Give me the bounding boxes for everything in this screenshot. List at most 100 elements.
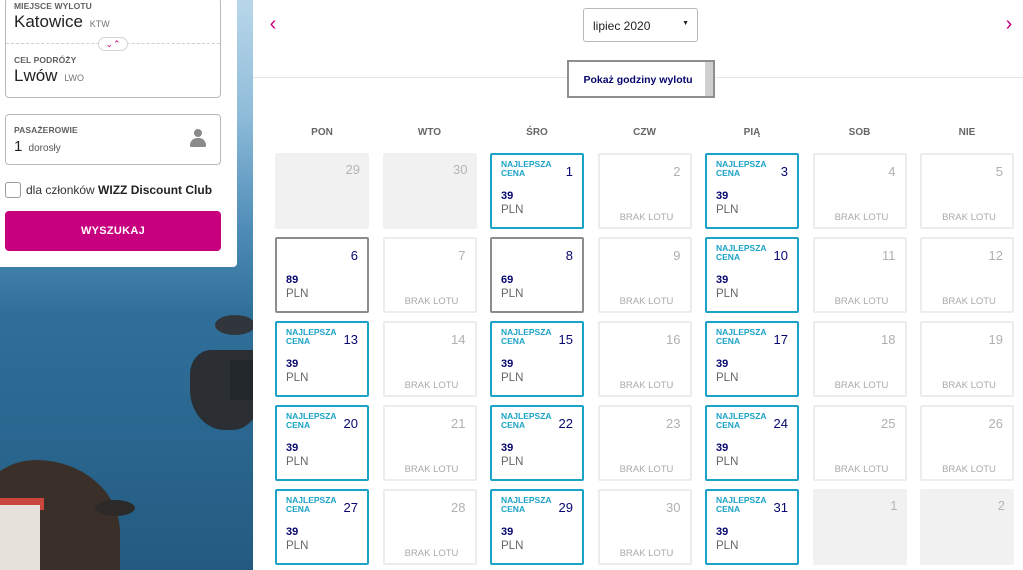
no-flight-label: BRAK LOTU: [834, 380, 889, 391]
calendar-day[interactable]: 3 NAJLEPSZA CENA 39 PLN: [705, 153, 799, 229]
day-currency: PLN: [716, 456, 739, 468]
discount-club-label: dla członków WIZZ Discount Club: [26, 183, 212, 197]
weekday-label: WTO: [417, 127, 442, 138]
day-number: 16: [666, 332, 681, 347]
day-number: 12: [988, 248, 1003, 263]
weekday-label: CZW: [633, 127, 656, 138]
day-price: 39: [716, 190, 729, 202]
day-currency: PLN: [716, 540, 739, 552]
calendar-day: 30: [382, 153, 477, 229]
day-number: 8: [565, 248, 573, 263]
day-number: 7: [458, 248, 466, 263]
no-flight-label: BRAK LOTU: [942, 380, 996, 391]
shore-shape: [230, 360, 253, 400]
day-number: 25: [881, 416, 896, 431]
calendar-day[interactable]: 24 NAJLEPSZA CENA 39 PLN: [705, 405, 799, 481]
caret-down-icon: ▼: [682, 20, 689, 27]
calendar-grid: 29 30 1 NAJLEPSZA CENA 39 PLN 2 BRAK LOTU 3 NAJLE…: [275, 153, 1023, 570]
day-currency: PLN: [286, 456, 309, 468]
swap-route-button[interactable]: ⌄⌃: [98, 37, 128, 51]
no-flight-label: BRAK LOTU: [619, 380, 674, 391]
no-flight-label: BRAK LOTU: [619, 212, 674, 223]
discount-club-checkbox[interactable]: [5, 182, 21, 198]
chevron-right-icon: ›: [1005, 13, 1013, 35]
day-number: 11: [882, 248, 896, 263]
rock-shape: [95, 500, 135, 516]
day-price: 39: [501, 526, 514, 538]
month-value: lipiec 2020: [593, 19, 651, 33]
day-currency: PLN: [501, 372, 524, 384]
house-shape: [0, 505, 40, 570]
day-number: 6: [350, 248, 358, 263]
no-flight-label: BRAK LOTU: [942, 296, 996, 307]
calendar-day: 4 BRAK LOTU: [812, 153, 907, 229]
next-month-button[interactable]: ›: [1001, 14, 1017, 36]
calendar-day: 23 BRAK LOTU: [597, 405, 692, 481]
calendar-day[interactable]: 20 NAJLEPSZA CENA 39 PLN: [275, 405, 369, 481]
best-price-badge: NAJLEPSZA CENA: [286, 327, 337, 346]
best-price-badge: NAJLEPSZA CENA: [501, 159, 552, 178]
no-flight-label: BRAK LOTU: [404, 464, 459, 475]
best-price-badge: NAJLEPSZA CENA: [716, 159, 767, 178]
best-price-badge: NAJLEPSZA CENA: [501, 327, 552, 346]
day-currency: PLN: [501, 288, 524, 300]
day-price: 89: [286, 274, 299, 286]
day-price: 39: [716, 274, 729, 286]
passengers-unit: dorosły: [28, 143, 61, 154]
search-button[interactable]: WYSZUKAJ: [5, 211, 221, 251]
day-currency: PLN: [716, 372, 739, 384]
calendar-day: 11 BRAK LOTU: [812, 237, 907, 313]
calendar-day: 21 BRAK LOTU: [382, 405, 477, 481]
day-number: 9: [673, 248, 681, 263]
best-price-badge: NAJLEPSZA CENA: [286, 495, 337, 514]
departure-city: Katowice: [14, 12, 83, 31]
passengers-selector[interactable]: PASAŻEROWIE 1 dorosły: [5, 114, 221, 165]
best-price-badge: NAJLEPSZA CENA: [501, 411, 552, 430]
chevron-up-down-icon: ⌄⌃: [105, 39, 121, 49]
calendar-day: 14 BRAK LOTU: [382, 321, 477, 397]
day-number: 2: [997, 498, 1005, 513]
calendar-day[interactable]: 10 NAJLEPSZA CENA 39 PLN: [705, 237, 799, 313]
calendar-day: 30 BRAK LOTU: [597, 489, 692, 565]
calendar-day[interactable]: 15 NAJLEPSZA CENA 39 PLN: [490, 321, 584, 397]
calendar-day[interactable]: 1 NAJLEPSZA CENA 39 PLN: [490, 153, 584, 229]
no-flight-label: BRAK LOTU: [619, 464, 674, 475]
best-price-badge: NAJLEPSZA CENA: [716, 243, 767, 262]
calendar-day[interactable]: 13 NAJLEPSZA CENA 39 PLN: [275, 321, 369, 397]
show-departure-times-toggle[interactable]: Pokaż godziny wylotu: [567, 60, 715, 98]
calendar-day: 1: [812, 489, 907, 565]
calendar-day: 9 BRAK LOTU: [597, 237, 692, 313]
day-price: 39: [286, 358, 299, 370]
best-price-badge: NAJLEPSZA CENA: [286, 411, 337, 430]
calendar-day: 28 BRAK LOTU: [382, 489, 477, 565]
best-price-badge: NAJLEPSZA CENA: [716, 327, 767, 346]
departure-field[interactable]: Katowice KTW: [14, 12, 110, 32]
calendar-day: 29: [275, 153, 369, 229]
discount-club-option: dla członków WIZZ Discount Club: [5, 181, 212, 199]
day-number: 5: [995, 164, 1003, 179]
calendar-day[interactable]: 6 89 PLN: [275, 237, 369, 313]
no-flight-label: BRAK LOTU: [834, 464, 889, 475]
no-flight-label: BRAK LOTU: [834, 296, 889, 307]
calendar-day[interactable]: 29 NAJLEPSZA CENA 39 PLN: [490, 489, 584, 565]
calendar-day[interactable]: 17 NAJLEPSZA CENA 39 PLN: [705, 321, 799, 397]
calendar-day: 7 BRAK LOTU: [382, 237, 477, 313]
destination-field[interactable]: Lwów LWO: [14, 66, 84, 86]
month-select[interactable]: lipiec 2020 ▼: [583, 8, 698, 42]
search-form-panel: MIEJSCE WYLOTU Katowice KTW ⌄⌃ CEL PODRÓ…: [0, 0, 237, 267]
discount-club-name: WIZZ Discount Club: [98, 183, 213, 197]
weekday-label: PON: [311, 127, 333, 138]
flight-calendar: ‹ lipiec 2020 ▼ › Pokaż godziny wylotu P…: [253, 0, 1023, 570]
calendar-day: 12 BRAK LOTU: [920, 237, 1014, 313]
calendar-day[interactable]: 27 NAJLEPSZA CENA 39 PLN: [275, 489, 369, 565]
destination-code: LWO: [64, 73, 85, 83]
departure-label: MIEJSCE WYLOTU: [14, 1, 92, 11]
day-price: 39: [501, 442, 514, 454]
calendar-day: 25 BRAK LOTU: [812, 405, 907, 481]
calendar-day[interactable]: 8 69 PLN: [490, 237, 584, 313]
person-icon: [190, 129, 206, 149]
calendar-day[interactable]: 31 NAJLEPSZA CENA 39 PLN: [705, 489, 799, 565]
calendar-day[interactable]: 22 NAJLEPSZA CENA 39 PLN: [490, 405, 584, 481]
previous-month-button[interactable]: ‹: [265, 14, 281, 36]
day-price: 69: [501, 274, 514, 286]
